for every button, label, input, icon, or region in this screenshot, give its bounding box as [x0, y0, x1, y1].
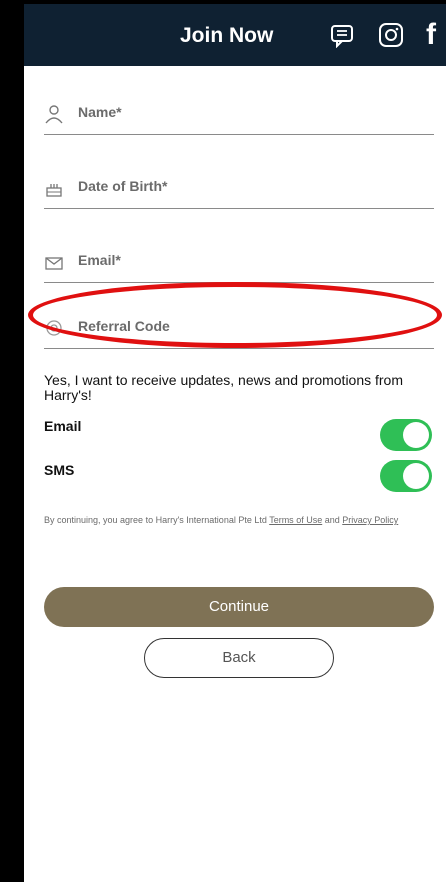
terms-of-use-link[interactable]: Terms of Use [269, 515, 322, 525]
header-bar: Join Now f [24, 4, 446, 66]
facebook-icon[interactable]: f [426, 18, 446, 51]
continue-button[interactable]: Continue [44, 587, 434, 627]
toggle-knob [403, 422, 429, 448]
device-frame: Join Now f Name* Date of Birth* Email* R… [0, 0, 446, 882]
ticket-icon [44, 318, 64, 338]
name-field[interactable]: Name* [44, 100, 434, 135]
toggle-knob [403, 463, 429, 489]
consent-text: Yes, I want to receive updates, news and… [44, 372, 404, 403]
cake-icon [44, 178, 64, 198]
envelope-icon [44, 252, 64, 272]
referral-code-field[interactable]: Referral Code [44, 314, 434, 349]
chat-icon[interactable] [329, 22, 355, 48]
privacy-policy-link[interactable]: Privacy Policy [342, 515, 398, 525]
email-pref-label: Email [44, 418, 82, 434]
instagram-icon[interactable] [378, 22, 404, 48]
referral-code-label: Referral Code [78, 318, 170, 334]
terms-text: By continuing, you agree to Harry's Inte… [44, 515, 434, 525]
date-of-birth-label: Date of Birth* [78, 178, 168, 194]
sms-toggle[interactable] [380, 460, 432, 492]
date-of-birth-field[interactable]: Date of Birth* [44, 174, 434, 209]
sms-pref-label: SMS [44, 462, 75, 478]
email-toggle[interactable] [380, 419, 432, 451]
terms-and: and [322, 515, 343, 525]
app-screen: Join Now f Name* Date of Birth* Email* R… [24, 4, 446, 882]
back-button[interactable]: Back [144, 638, 334, 678]
terms-prefix: By continuing, you agree to Harry's Inte… [44, 515, 270, 525]
person-icon [44, 104, 64, 124]
name-label: Name* [78, 104, 122, 120]
email-label: Email* [78, 252, 121, 268]
email-field[interactable]: Email* [44, 248, 434, 283]
page-title: Join Now [180, 24, 274, 47]
